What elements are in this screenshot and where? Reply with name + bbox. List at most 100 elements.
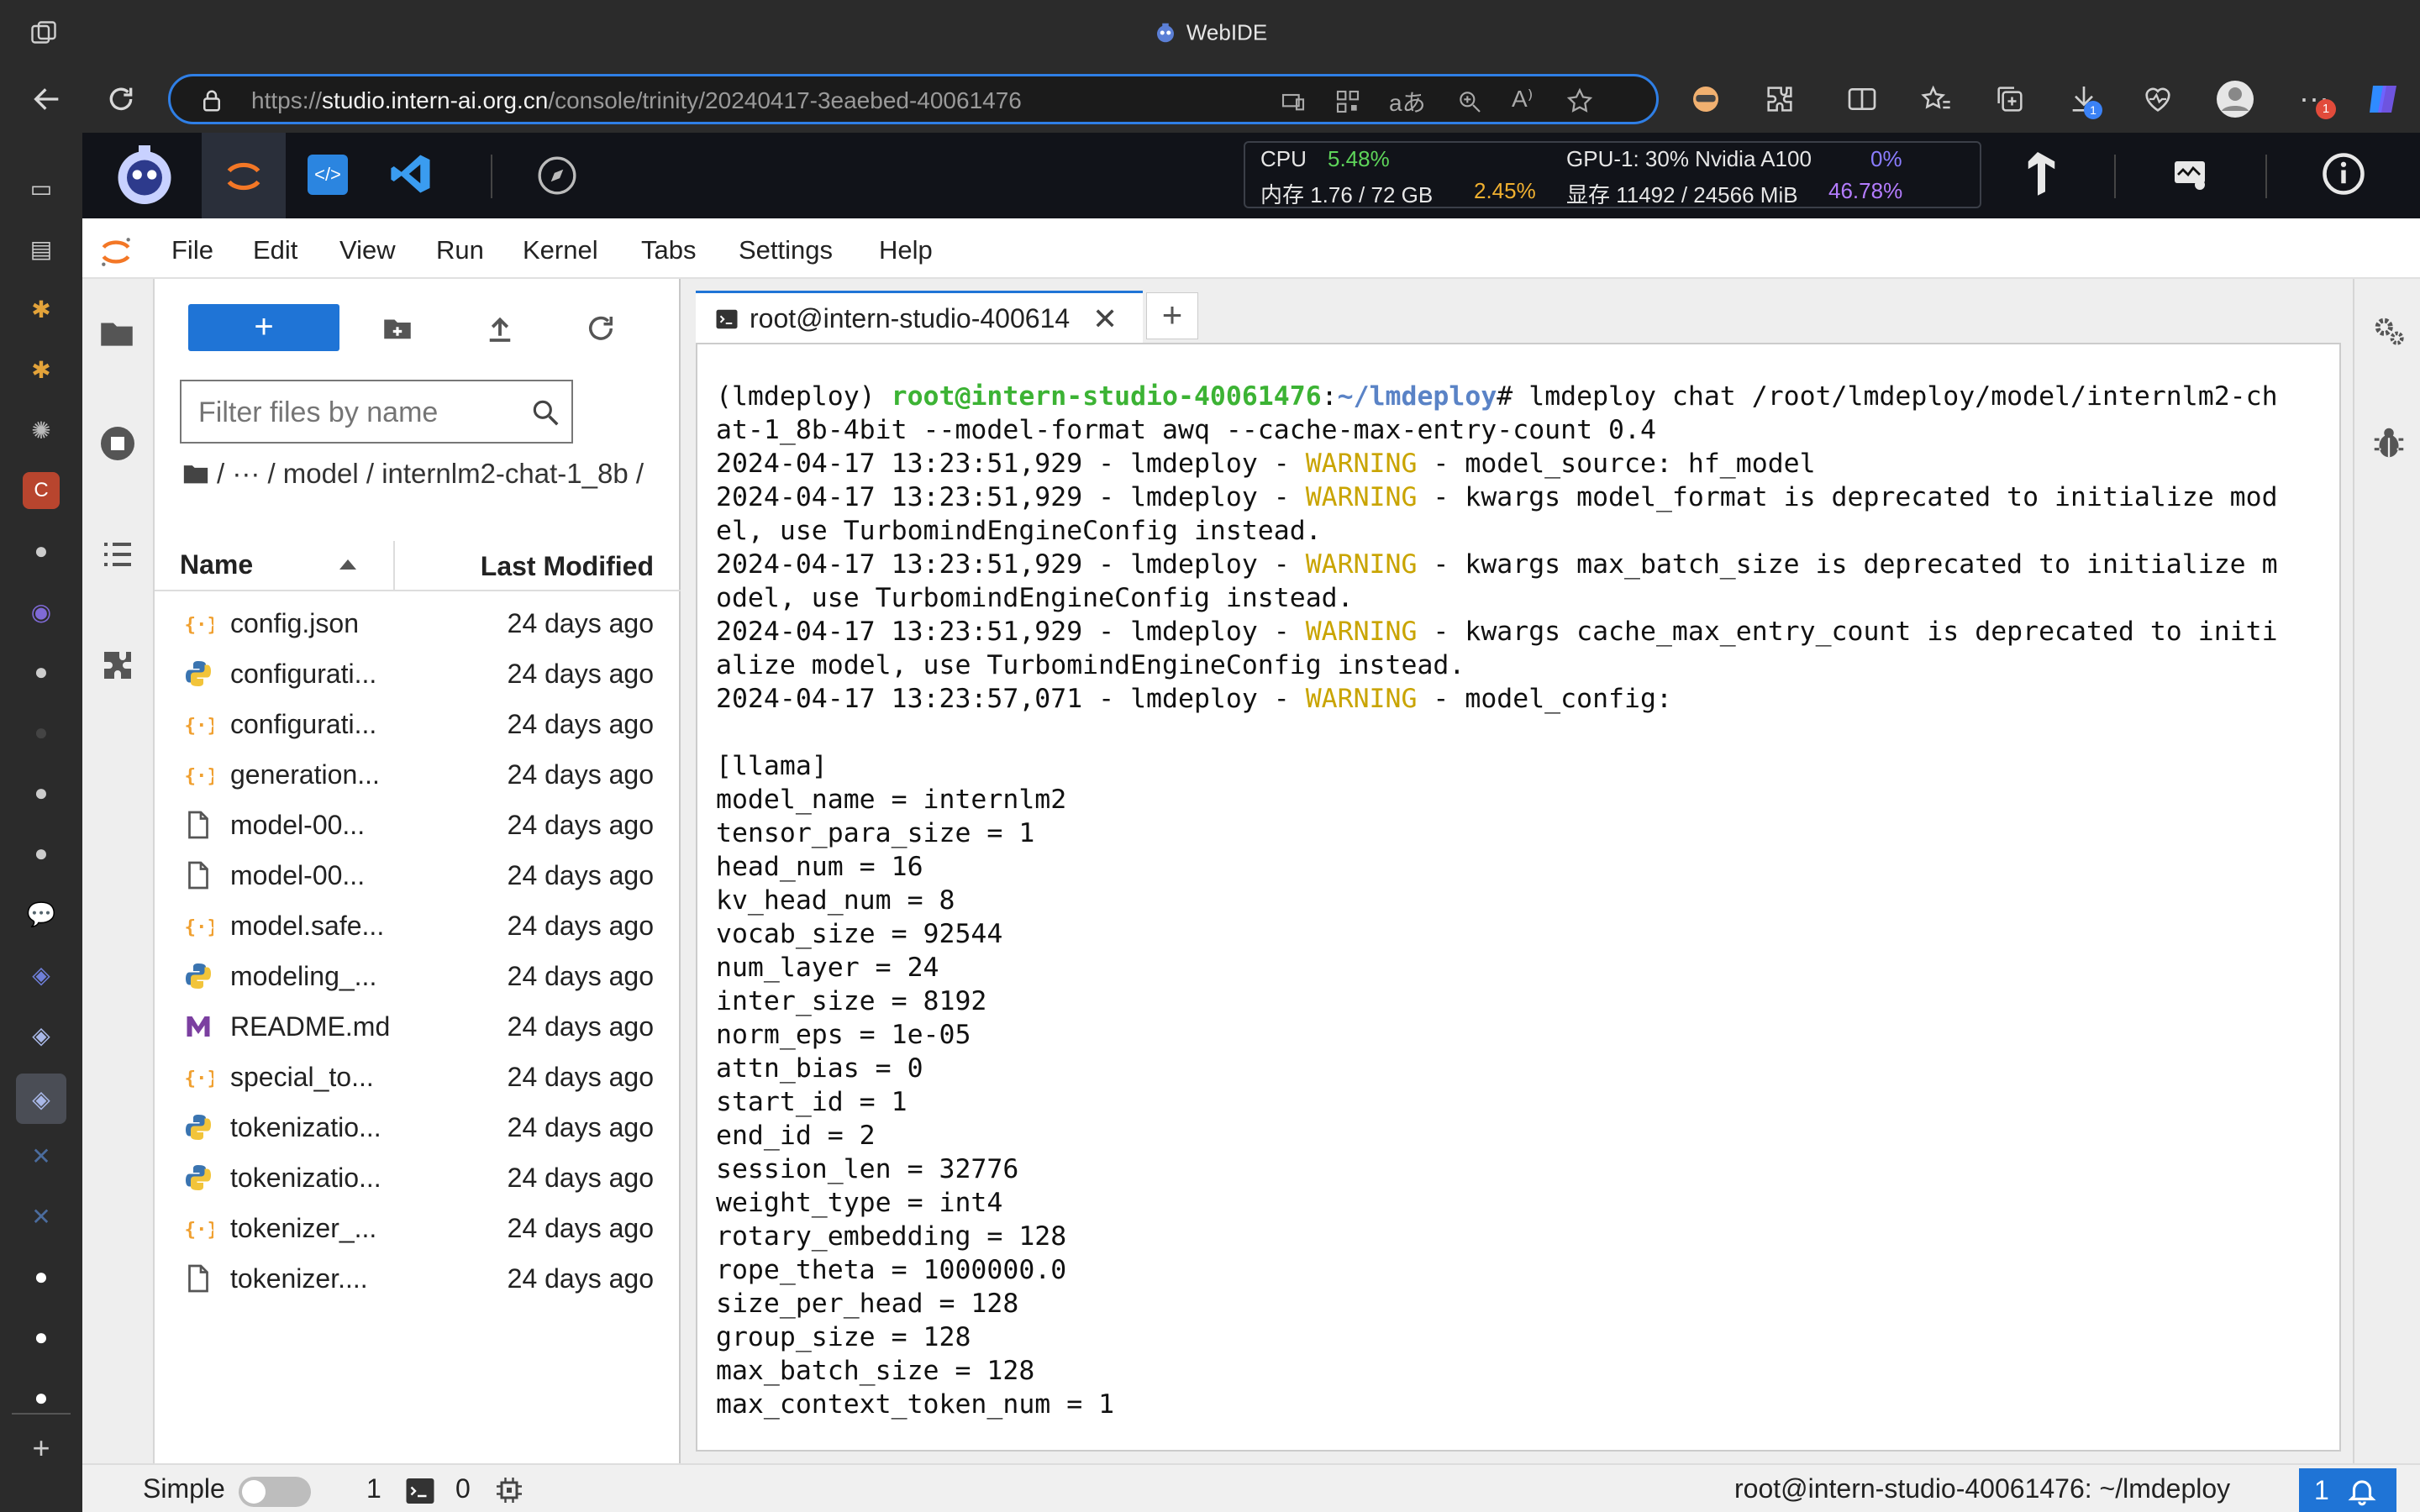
extensions-icon[interactable] (1763, 82, 1797, 116)
file-row[interactable]: modeling_... 24 days ago (155, 951, 681, 1001)
menu-view[interactable]: View (339, 235, 396, 265)
info-icon[interactable] (2321, 151, 2366, 197)
intern-icon[interactable]: ◈ (23, 956, 60, 993)
favorites-icon[interactable] (1919, 82, 1953, 116)
menu-settings[interactable]: Settings (739, 235, 833, 265)
github-icon-6[interactable]: ● (23, 1258, 60, 1295)
github-icon[interactable]: ● (23, 533, 60, 570)
copilot-icon[interactable] (2363, 79, 2403, 119)
upload-icon[interactable] (482, 311, 518, 346)
terminal-output[interactable]: (lmdeploy) root@intern-studio-40061476:~… (716, 380, 2321, 1421)
search-icon[interactable] (529, 396, 561, 428)
split-screen-icon[interactable] (1845, 82, 1879, 116)
simple-mode-toggle[interactable] (239, 1477, 311, 1507)
slack-icon[interactable]: ✱ (23, 291, 60, 328)
github-icon-5[interactable]: ● (23, 835, 60, 872)
running-kernels-icon[interactable] (97, 423, 138, 464)
code-editor-icon[interactable]: </> (308, 155, 348, 195)
health-heart-icon[interactable] (2141, 82, 2175, 116)
menu-file[interactable]: File (171, 235, 213, 265)
github-icon-2[interactable]: ● (23, 654, 60, 690)
x-app-icon-2[interactable]: ✕ (23, 1198, 60, 1235)
new-folder-icon[interactable] (380, 311, 415, 346)
back-icon[interactable] (30, 82, 64, 116)
file-row[interactable]: configurati... 24 days ago (155, 648, 681, 699)
file-row[interactable]: tokenizer.... 24 days ago (155, 1253, 681, 1304)
filter-files-input[interactable] (198, 396, 518, 429)
refresh-icon[interactable] (583, 311, 618, 346)
column-last-modified[interactable]: Last Modified (481, 551, 654, 582)
file-row[interactable]: {·} model.safe... 24 days ago (155, 900, 681, 951)
property-inspector-icon[interactable] (2370, 312, 2408, 351)
intern-icon-active[interactable]: ◈ (16, 1074, 66, 1124)
read-aloud-icon[interactable]: A⁾ (1512, 85, 1534, 113)
github-icon-7[interactable]: ● (23, 1319, 60, 1356)
menu-help[interactable]: Help (879, 235, 933, 265)
jupyter-tool-tab[interactable] (202, 133, 286, 218)
extension-manager-icon[interactable] (97, 645, 138, 685)
add-sidebar-app-icon[interactable]: + (23, 1430, 60, 1467)
breadcrumb-path[interactable]: / ··· / model / internlm2-chat-1_8b / (217, 458, 644, 489)
folder-icon[interactable] (96, 312, 138, 354)
slack-icon-2[interactable]: ✱ (23, 351, 60, 388)
terminals-count[interactable]: 0 (455, 1473, 471, 1504)
x-app-icon[interactable]: ✕ (23, 1137, 60, 1174)
menu-edit[interactable]: Edit (253, 235, 297, 265)
lock-icon[interactable] (199, 88, 224, 113)
table-of-contents-icon[interactable] (97, 534, 138, 575)
file-row[interactable]: model-00... 24 days ago (155, 850, 681, 900)
reload-icon[interactable] (104, 82, 138, 116)
compass-icon[interactable] (536, 155, 578, 197)
file-row[interactable]: {·} configurati... 24 days ago (155, 699, 681, 749)
file-row[interactable]: {·} generation... 24 days ago (155, 749, 681, 800)
translate-icon[interactable]: aあ (1389, 85, 1426, 118)
new-launcher-button[interactable]: + (188, 304, 339, 351)
file-row[interactable]: tokenizatio... 24 days ago (155, 1102, 681, 1152)
tensorflow-icon[interactable] (2015, 150, 2060, 200)
breadcrumb[interactable]: / ··· / model / internlm2-chat-1_8b / (182, 455, 652, 492)
favorite-star-icon[interactable] (1565, 87, 1594, 115)
chatgpt-icon[interactable]: ✺ (23, 412, 60, 449)
file-row[interactable]: {·} tokenizer_... 24 days ago (155, 1203, 681, 1253)
file-row[interactable]: README.md 24 days ago (155, 1001, 681, 1052)
sort-ascending-icon[interactable] (338, 558, 358, 571)
file-row[interactable]: model-00... 24 days ago (155, 800, 681, 850)
vscode-icon[interactable] (388, 151, 434, 197)
menu-kernel[interactable]: Kernel (523, 235, 598, 265)
zoom-icon[interactable] (1456, 88, 1483, 115)
sidebar-reading-icon[interactable]: ▤ (23, 230, 60, 267)
menu-tabs[interactable]: Tabs (641, 235, 696, 265)
qr-code-icon[interactable] (1334, 88, 1361, 115)
new-tab-button[interactable]: + (1146, 292, 1198, 339)
file-row[interactable]: {·} special_to... 24 days ago (155, 1052, 681, 1102)
terminal-status-icon[interactable] (405, 1477, 435, 1505)
profile-avatar-icon[interactable] (2215, 79, 2255, 119)
github-icon-3[interactable]: ● (23, 714, 60, 751)
github-icon-4[interactable]: ● (23, 774, 60, 811)
debugger-bug-icon[interactable] (2370, 423, 2408, 462)
sidebar-tab-icon[interactable]: ▭ (23, 170, 60, 207)
file-row[interactable]: tokenizatio... 24 days ago (155, 1152, 681, 1203)
menu-run[interactable]: Run (436, 235, 484, 265)
terminal-panel[interactable]: (lmdeploy) root@intern-studio-40061476:~… (696, 343, 2341, 1452)
github-icon-8[interactable]: ● (23, 1379, 60, 1416)
c-app-icon[interactable]: C (23, 472, 60, 509)
close-tab-icon[interactable]: ✕ (1092, 302, 1118, 337)
app-available-icon[interactable] (1280, 88, 1307, 115)
chat-bubble-icon[interactable]: 💬 (23, 895, 60, 932)
address-bar[interactable]: https://studio.intern-ai.org.cn/console/… (168, 74, 1659, 124)
monitor-icon[interactable] (2170, 155, 2210, 195)
tab-terminal[interactable]: root@intern-studio-400614 ✕ (696, 291, 1143, 343)
breadcrumb-folder-icon[interactable] (182, 461, 210, 486)
collections-icon[interactable] (1993, 82, 2027, 116)
discord-icon[interactable]: ◉ (23, 593, 60, 630)
file-row[interactable]: {·} config.json 24 days ago (155, 598, 681, 648)
notifications-button[interactable]: 1 (2299, 1468, 2396, 1512)
filter-files-box[interactable] (180, 380, 573, 444)
kernels-count[interactable]: 1 (366, 1473, 381, 1504)
extension-mask-icon[interactable] (1689, 82, 1723, 116)
intern-mascot-logo[interactable] (109, 139, 180, 210)
intern-icon-2[interactable]: ◈ (23, 1016, 60, 1053)
cpu-chip-icon[interactable] (494, 1475, 524, 1505)
column-name[interactable]: Name (180, 549, 253, 580)
